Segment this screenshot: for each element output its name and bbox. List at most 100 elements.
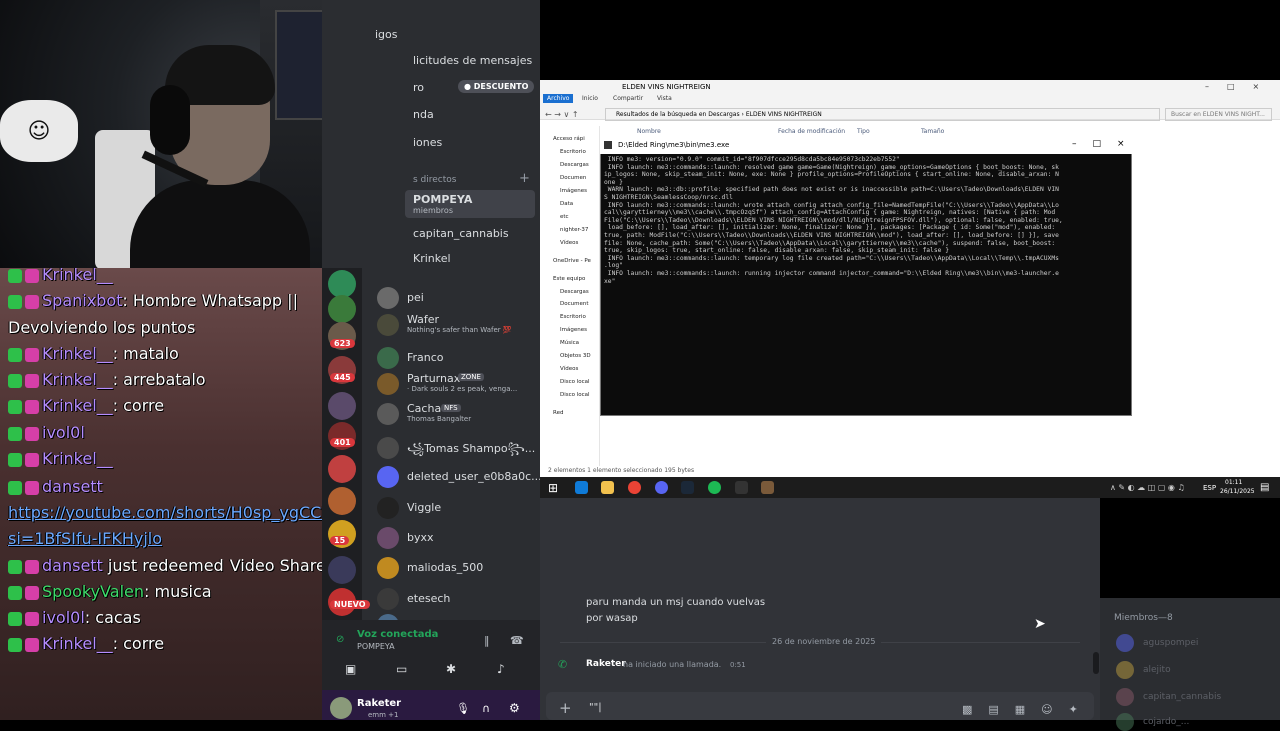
voice-channel[interactable]: POMPEYA [357,642,395,651]
member-name[interactable]: aguspompei [1143,638,1198,648]
nav-item[interactable]: Documen [560,175,586,181]
dm-item-name[interactable]: maliodas_500 [407,561,483,574]
dm-item-name[interactable]: Cacha [407,402,441,415]
dm-item-name[interactable]: deleted_user_e0b8a0c... [407,470,542,483]
ribbon-tab[interactable]: Vista [653,94,676,103]
chat-link[interactable]: si=1BfSIfu-IFKHyjlo [8,529,162,548]
server-icon[interactable] [328,556,356,584]
chat-link[interactable]: https://youtube.com/shorts/H0sp_ygCCho? [8,503,350,522]
avatar[interactable] [377,588,399,610]
keyboard-language[interactable]: ESP [1203,484,1216,492]
chat-username[interactable]: Krinkel__ [42,396,113,415]
avatar[interactable] [1116,713,1134,731]
call-user[interactable]: Raketer [586,659,626,669]
avatar[interactable] [377,314,399,336]
activities-icon[interactable]: ✱ [446,662,456,676]
input-toolbar-icons[interactable]: ▩▤▦☺✦ [962,703,1094,716]
spotify-icon[interactable] [708,481,721,494]
avatar[interactable] [377,497,399,519]
sidebar-item-friends[interactable]: igos [375,28,398,41]
discord-icon[interactable] [655,481,668,494]
disconnect-icon[interactable]: ☎ [510,634,524,647]
screen-share-icon[interactable]: ▭ [396,662,407,676]
nav-item[interactable]: Este equipo [553,276,585,282]
sidebar-item-message-requests[interactable]: licitudes de mensajes [413,54,532,67]
nav-item[interactable]: Vídeos [560,240,578,246]
ribbon-tab[interactable]: Archivo [543,94,574,103]
chat-username[interactable]: ivol0l [42,608,85,627]
chat-username[interactable]: Krinkel__ [42,634,113,653]
dm-item-name[interactable]: Viggle [407,501,441,514]
soundboard-icon[interactable]: ♪ [497,662,505,676]
chat-username[interactable]: ivol0l [42,423,85,442]
dm-item-0[interactable]: capitan_cannabis [413,227,509,240]
avatar[interactable] [377,403,399,425]
system-tray-icons[interactable]: ∧ ✎ ◐ ☁ ◫ ▢ ◉ ♫ [1110,483,1185,492]
dm-item-name[interactable]: Wafer [407,313,439,326]
server-icon[interactable] [328,455,356,483]
chat-username[interactable]: dansett [42,477,103,496]
clock-date[interactable]: 26/11/2025 [1220,488,1255,495]
chat-username[interactable]: Krinkel__ [42,449,113,468]
address-bar[interactable]: Resultados de la búsqueda en Descargas ›… [605,108,1160,121]
nav-item[interactable]: Red [553,410,563,416]
avatar[interactable] [377,287,399,309]
nav-item[interactable]: Imágenes [560,327,587,333]
chat-username[interactable]: Spanixbot [42,291,122,310]
search-input[interactable]: Buscar en ELDEN VINS NIGHT... [1165,108,1272,121]
dm-item-name[interactable]: Franco [407,351,444,364]
nav-item[interactable]: Escritorio [560,314,586,320]
camera-off-icon[interactable]: ▣ [345,662,356,676]
clock-time[interactable]: 01:11 [1225,479,1242,486]
nav-item[interactable]: nighter-37 [560,227,588,233]
dm-item-name[interactable]: Parturnax [407,372,460,385]
windows-start-icon[interactable]: ⊞ [548,481,558,495]
avatar[interactable] [377,466,399,488]
avatar[interactable] [1116,661,1134,679]
avatar[interactable] [1116,688,1134,706]
nav-item[interactable]: Disco local [560,379,590,385]
edge-icon[interactable] [575,481,588,494]
avatar[interactable] [377,373,399,395]
nav-item[interactable]: Data [560,201,573,207]
column-header[interactable]: Tamaño [921,128,944,135]
member-name[interactable]: capitan_cannabis [1143,692,1221,702]
server-icon[interactable] [328,295,356,323]
headset-icon[interactable]: ∩ [482,702,490,715]
dm-item-name[interactable]: ꧁Tomas Shampo꧂... [407,441,535,463]
dm-item-name[interactable]: pei [407,291,424,304]
attach-plus-icon[interactable]: + [559,699,572,717]
member-name[interactable]: cojardo_... [1143,717,1189,727]
ribbon-tab[interactable]: Inicio [578,94,602,103]
avatar[interactable] [377,347,399,369]
chat-username[interactable]: dansett [42,556,103,575]
nav-item[interactable]: Imágenes [560,188,587,194]
chat-scrollbar[interactable] [1093,652,1099,674]
notification-icon[interactable]: ▤ [1260,482,1269,493]
avatar[interactable] [377,437,399,459]
nav-arrows-icon[interactable]: ← → ∨ ↑ [545,110,579,119]
member-name[interactable]: alejito [1143,665,1171,675]
dm-item-1[interactable]: Krinkel [413,252,451,265]
noise-suppression-icon[interactable]: ‖ [484,634,490,647]
nav-item[interactable]: Vídeos [560,366,578,372]
avatar[interactable] [377,527,399,549]
nav-item[interactable]: Música [560,340,579,346]
nav-item[interactable]: Document [560,301,589,307]
nav-item[interactable]: Disco local [560,392,590,398]
add-dm-icon[interactable]: + [519,171,530,186]
nav-item[interactable]: Descargas [560,289,589,295]
message-input[interactable]: ""| [589,702,602,713]
nav-item[interactable]: etc [560,214,569,220]
column-header[interactable]: Tipo [857,128,870,135]
mic-icon[interactable]: 🎙 [456,702,470,715]
chrome-icon[interactable] [628,481,641,494]
steam-icon[interactable] [681,481,694,494]
ribbon-tab[interactable]: Compartir [609,94,647,103]
sidebar-item-missions[interactable]: iones [413,136,442,149]
elden-ring-icon[interactable] [761,481,774,494]
nav-item[interactable]: Descargas [560,162,589,168]
chat-username[interactable]: SpookyValen [42,582,144,601]
window-controls[interactable]: –□× [1205,82,1277,91]
avatar[interactable] [1116,634,1134,652]
